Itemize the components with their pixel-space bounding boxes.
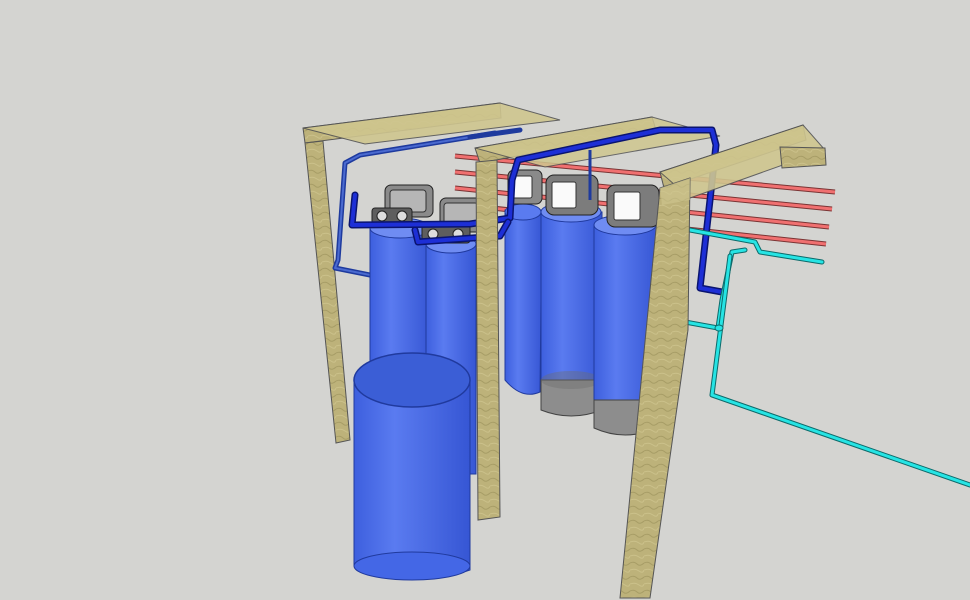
middle-post [475,159,501,521]
control-valve-1 [371,184,434,225]
water-treatment-3d-scene [302,102,970,599]
pressure-tank-4 [540,201,603,417]
control-valve-5 [606,184,660,228]
brine-tank-lid [353,352,471,408]
pressure-tank-3 [504,203,543,395]
brine-tank [353,352,471,581]
treated-water-lines [682,227,970,488]
